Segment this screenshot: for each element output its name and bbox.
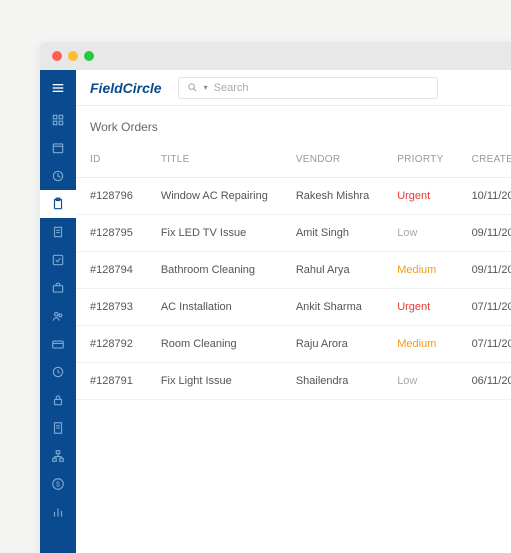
- history-icon: [51, 169, 65, 183]
- column-header-created[interactable]: CREATED DAT: [458, 144, 511, 178]
- cell-created: 07/11/2019, 0: [458, 326, 511, 363]
- cell-id: #128795: [76, 215, 147, 252]
- column-header-title[interactable]: TITLE: [147, 144, 282, 178]
- briefcase-icon: [51, 281, 65, 295]
- sidebar-item-invoice[interactable]: [40, 218, 76, 246]
- checkbox-icon: [51, 253, 65, 267]
- chart-icon: [51, 505, 65, 519]
- cell-vendor: Shailendra: [282, 363, 383, 400]
- receipt-icon: [51, 421, 65, 435]
- app-window: $ FieldCircle ▾ Work Orders ID TITLE VEN…: [40, 42, 511, 553]
- cell-vendor: Rakesh Mishra: [282, 178, 383, 215]
- menu-toggle-button[interactable]: [40, 70, 76, 106]
- minimize-window-button[interactable]: [68, 51, 78, 61]
- cell-priority: Low: [383, 363, 457, 400]
- cell-id: #128791: [76, 363, 147, 400]
- cell-id: #128794: [76, 252, 147, 289]
- cell-priority: Low: [383, 215, 457, 252]
- clock-icon: [51, 365, 65, 379]
- table-row[interactable]: #128794Bathroom CleaningRahul AryaMedium…: [76, 252, 511, 289]
- sidebar-item-dashboard[interactable]: [40, 106, 76, 134]
- maximize-window-button[interactable]: [84, 51, 94, 61]
- sidebar-item-calendar[interactable]: [40, 134, 76, 162]
- clipboard-icon: [51, 197, 65, 211]
- cell-created: 10/11/2019, 10: [458, 178, 511, 215]
- table-row[interactable]: #128791Fix Light IssueShailendraLow06/11…: [76, 363, 511, 400]
- lock-icon: [51, 393, 65, 407]
- header: FieldCircle ▾: [76, 70, 511, 106]
- cell-priority: Urgent: [383, 289, 457, 326]
- sidebar-item-clipboard[interactable]: [40, 190, 76, 218]
- sidebar-item-sitemap[interactable]: [40, 442, 76, 470]
- search-input[interactable]: [214, 82, 429, 94]
- sidebar-item-checkbox[interactable]: [40, 246, 76, 274]
- cell-title: Window AC Repairing: [147, 178, 282, 215]
- cell-vendor: Rahul Arya: [282, 252, 383, 289]
- sidebar-item-users[interactable]: [40, 302, 76, 330]
- chevron-down-icon: ▾: [204, 83, 208, 92]
- sidebar-item-clock[interactable]: [40, 358, 76, 386]
- users-icon: [51, 309, 65, 323]
- sidebar-item-receipt[interactable]: [40, 414, 76, 442]
- sidebar-item-dollar[interactable]: $: [40, 470, 76, 498]
- work-orders-table: ID TITLE VENDOR PRIORTY CREATED DAT #128…: [76, 144, 511, 400]
- sidebar-item-briefcase[interactable]: [40, 274, 76, 302]
- sidebar-item-history[interactable]: [40, 162, 76, 190]
- cell-created: 09/11/2019, 1: [458, 215, 511, 252]
- search-icon: [187, 82, 198, 93]
- main-content: FieldCircle ▾ Work Orders ID TITLE VENDO…: [76, 70, 511, 553]
- dashboard-icon: [51, 113, 65, 127]
- sidebar: $: [40, 70, 76, 553]
- cell-vendor: Ankit Sharma: [282, 289, 383, 326]
- table-row[interactable]: #128796Window AC RepairingRakesh MishraU…: [76, 178, 511, 215]
- app-body: $ FieldCircle ▾ Work Orders ID TITLE VEN…: [40, 70, 511, 553]
- table-header-row: ID TITLE VENDOR PRIORTY CREATED DAT: [76, 144, 511, 178]
- table-row[interactable]: #128795Fix LED TV IssueAmit SinghLow09/1…: [76, 215, 511, 252]
- invoice-icon: [51, 225, 65, 239]
- svg-text:$: $: [56, 481, 60, 488]
- sidebar-item-chart[interactable]: [40, 498, 76, 526]
- page-title: Work Orders: [76, 106, 511, 144]
- cell-title: Room Cleaning: [147, 326, 282, 363]
- cell-priority: Medium: [383, 252, 457, 289]
- calendar-icon: [51, 141, 65, 155]
- table-row[interactable]: #128793AC InstallationAnkit SharmaUrgent…: [76, 289, 511, 326]
- search-box[interactable]: ▾: [178, 77, 438, 99]
- cell-priority: Urgent: [383, 178, 457, 215]
- cell-priority: Medium: [383, 326, 457, 363]
- column-header-vendor[interactable]: VENDOR: [282, 144, 383, 178]
- column-header-priority[interactable]: PRIORTY: [383, 144, 457, 178]
- table-row[interactable]: #128792Room CleaningRaju AroraMedium07/1…: [76, 326, 511, 363]
- sitemap-icon: [51, 449, 65, 463]
- column-header-id[interactable]: ID: [76, 144, 147, 178]
- cell-created: 06/11/2019, 1: [458, 363, 511, 400]
- cell-title: Bathroom Cleaning: [147, 252, 282, 289]
- cell-created: 07/11/2019, 1: [458, 289, 511, 326]
- sidebar-item-card[interactable]: [40, 330, 76, 358]
- brand-logo: FieldCircle: [90, 80, 162, 96]
- cell-title: Fix Light Issue: [147, 363, 282, 400]
- cell-id: #128792: [76, 326, 147, 363]
- cell-title: Fix LED TV Issue: [147, 215, 282, 252]
- close-window-button[interactable]: [52, 51, 62, 61]
- cell-id: #128793: [76, 289, 147, 326]
- cell-id: #128796: [76, 178, 147, 215]
- card-icon: [51, 337, 65, 351]
- cell-vendor: Raju Arora: [282, 326, 383, 363]
- titlebar: [40, 42, 511, 70]
- cell-title: AC Installation: [147, 289, 282, 326]
- cell-created: 09/11/2019, 0: [458, 252, 511, 289]
- cell-vendor: Amit Singh: [282, 215, 383, 252]
- sidebar-item-lock[interactable]: [40, 386, 76, 414]
- dollar-icon: $: [51, 477, 65, 491]
